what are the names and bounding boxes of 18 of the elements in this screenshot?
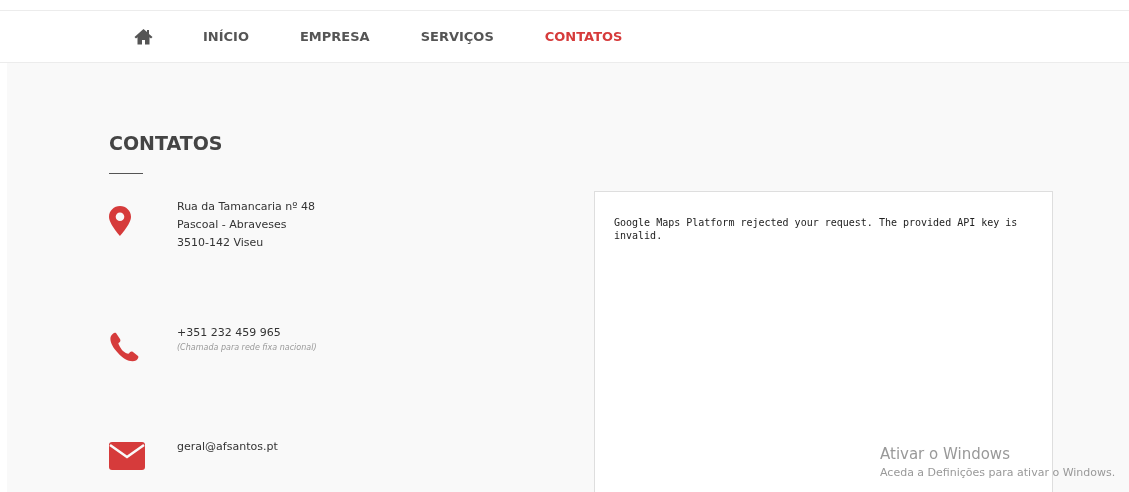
contact-text: +351 232 459 965 — [177, 325, 281, 341]
nav-link[interactable]: SERVIÇOS — [420, 26, 494, 47]
map-error-message: Google Maps Platform rejected your request. The provided API key is invalid. — [614, 216, 1019, 242]
envelope-icon — [109, 442, 145, 470]
home-icon[interactable] — [134, 28, 153, 45]
contact-note: (Chamada para rede fixa nacional) — [177, 342, 317, 354]
nav-link[interactable]: EMPRESA — [300, 26, 370, 47]
nav-link[interactable]: CONTATOS — [544, 26, 623, 47]
contact-text: 3510-142 Viseu — [177, 235, 264, 251]
section-heading: CONTATOS — [109, 131, 223, 155]
contact-text: Pascoal - Abraveses — [177, 217, 287, 233]
location-pin-icon — [109, 206, 131, 236]
contact-text: geral@afsantos.pt — [177, 439, 278, 455]
activation-title: Ativar o Windows — [880, 444, 1010, 464]
contact-text: Rua da Tamancaria nº 48 — [177, 199, 315, 215]
phone-icon — [109, 332, 139, 362]
nav-link[interactable]: INÍCIO — [203, 26, 249, 47]
activation-text: Aceda a Definições para ativar o Windows. — [880, 465, 1116, 481]
